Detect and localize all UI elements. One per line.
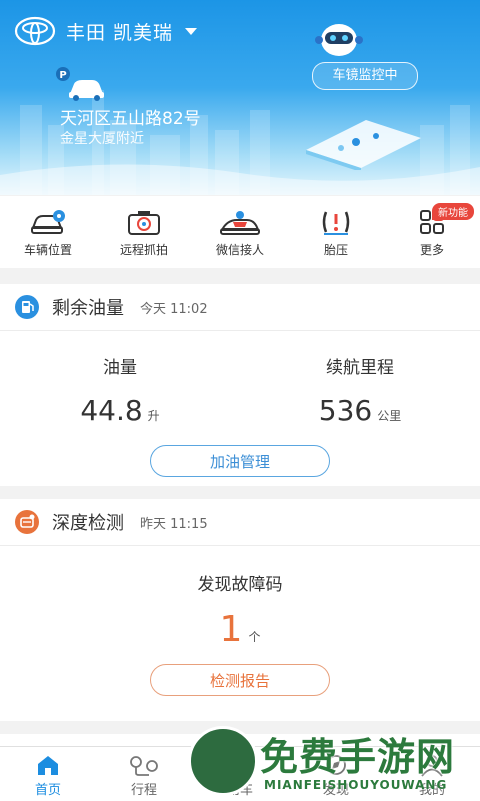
new-feature-badge: 新功能 <box>432 203 474 220</box>
quick-actions-bar: 车辆位置 远程抓拍 微信接人 胎压 更多 新功能 <box>0 196 480 268</box>
home-icon <box>38 756 58 775</box>
tab-label: 首页 <box>34 783 61 798</box>
car-use-icon <box>227 759 254 776</box>
fault-code-unit: 个 <box>248 630 261 644</box>
quick-action-label: 远程抓拍 <box>119 243 168 257</box>
fault-code-label: 发现故障码 <box>197 575 283 595</box>
tab-car-use[interactable]: 用车 <box>192 747 288 801</box>
quick-action-car-location[interactable]: 车辆位置 <box>0 196 96 268</box>
diagnostics-card-title: 深度检测 <box>52 513 124 534</box>
map-plate-illustration <box>306 120 421 170</box>
fuel-card-title: 剩余油量 <box>52 298 124 319</box>
quick-action-wechat-pickup[interactable]: 微信接人 <box>192 196 288 268</box>
location-landmark: 金星大厦附近 <box>60 131 144 147</box>
fuel-level-label: 油量 <box>103 358 137 378</box>
range-unit: 公里 <box>377 409 402 423</box>
diagnostics-update-time: 昨天 11:15 <box>140 516 208 532</box>
header-banner: 丰田 凯美瑞 P 天河区五山路82号 金星大厦附近 车镜监控中 <box>0 0 480 195</box>
quick-action-more[interactable]: 更多 新功能 <box>384 196 480 268</box>
tab-profile[interactable]: 我的 <box>384 747 480 801</box>
trip-icon <box>130 756 158 776</box>
range-stat: 续航里程 536 公里 <box>240 331 480 427</box>
fuel-update-time: 今天 11:02 <box>140 301 208 317</box>
diagnostic-report-button[interactable]: 检测报告 <box>150 664 330 696</box>
camera-icon <box>128 211 160 235</box>
fuel-card: 剩余油量 今天 11:02 油量 44.8 升 续航里程 536 公里 加油管理 <box>0 284 480 486</box>
discover-icon <box>326 755 346 775</box>
diagnostics-icon <box>15 510 39 534</box>
fuel-level-unit: 升 <box>147 409 160 423</box>
fuel-level-stat: 油量 44.8 升 <box>0 331 240 427</box>
fuel-stats: 油量 44.8 升 续航里程 536 公里 <box>0 331 480 427</box>
tab-trip[interactable]: 行程 <box>96 747 192 801</box>
fuel-management-button[interactable]: 加油管理 <box>150 445 330 477</box>
fuel-card-header: 剩余油量 今天 11:02 <box>0 284 480 331</box>
bottom-tab-bar: 首页 行程 用车 发现 我的 <box>0 746 480 801</box>
profile-icon <box>421 755 443 777</box>
car-location-icon <box>31 210 65 234</box>
mirror-monitor-status: 车镜监控中 <box>312 62 418 90</box>
range-value: 536 <box>318 394 373 427</box>
tab-label: 发现 <box>322 783 349 798</box>
quick-action-label: 胎压 <box>323 243 348 257</box>
fuel-pump-icon <box>15 295 39 319</box>
pickup-car-icon <box>220 211 260 235</box>
location-address: 天河区五山路82号 <box>60 109 201 129</box>
robot-mascot-icon <box>315 24 363 56</box>
parking-p-label: P <box>59 70 66 81</box>
fuel-level-value: 44.8 <box>80 394 143 427</box>
tab-label: 用车 <box>226 783 253 798</box>
tab-home[interactable]: 首页 <box>0 747 96 801</box>
tab-label: 我的 <box>418 783 445 798</box>
quick-action-remote-capture[interactable]: 远程抓拍 <box>96 196 192 268</box>
tab-label: 行程 <box>130 783 157 798</box>
fault-code-count: 1 <box>219 609 243 650</box>
range-label: 续航里程 <box>326 358 394 378</box>
diagnostics-card-header: 深度检测 昨天 11:15 <box>0 499 480 546</box>
quick-action-label: 更多 <box>419 243 444 257</box>
parked-car-icon: P <box>56 67 104 101</box>
diagnostics-card: 深度检测 昨天 11:15 发现故障码 1个 检测报告 <box>0 499 480 721</box>
chevron-down-icon[interactable] <box>185 27 198 35</box>
quick-action-label: 车辆位置 <box>23 243 72 257</box>
car-model-title[interactable]: 丰田 凯美瑞 <box>66 18 173 45</box>
tab-discover[interactable]: 发现 <box>288 747 384 801</box>
quick-action-label: 微信接人 <box>215 243 264 257</box>
tire-pressure-icon <box>322 211 350 235</box>
toyota-logo-icon <box>14 16 56 46</box>
quick-action-tire-pressure[interactable]: 胎压 <box>288 196 384 268</box>
